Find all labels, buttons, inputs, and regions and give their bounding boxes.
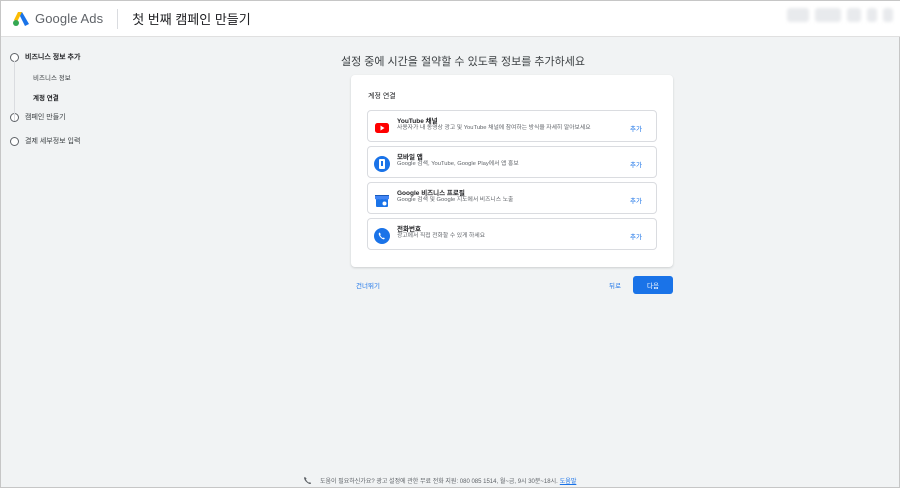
item-description: 광고에서 직접 전화할 수 있게 하세요 <box>397 233 486 239</box>
add-mobile-app-button[interactable]: 추가 <box>630 159 642 169</box>
redacted-block <box>787 8 809 22</box>
link-item-business-profile: Google 비즈니스 프로필 Google 검색 및 Google 지도에서 … <box>367 182 657 214</box>
next-button[interactable]: 다음 <box>633 276 673 294</box>
page-title: 첫 번째 캠페인 만들기 <box>132 12 251 27</box>
redacted-block <box>847 8 861 22</box>
item-description: 사용자가 내 동영상 광고 및 YouTube 채널에 참여하는 방식을 자세히… <box>397 125 591 131</box>
item-description: Google 검색, YouTube, Google Play에서 앱 홍보 <box>397 161 519 167</box>
step-label: 캠페인 만들기 <box>25 114 66 121</box>
step-billing[interactable]: 결제 세부정보 입력 <box>1 131 201 151</box>
account-link-card: 계정 연결 YouTube 채널 사용자가 내 동영상 광고 및 YouTube… <box>351 75 673 267</box>
link-item-phone: 전화번호 광고에서 직접 전화할 수 있게 하세요 추가 <box>367 218 657 250</box>
step-create-campaign[interactable]: 캠페인 만들기 <box>1 107 201 127</box>
step-connector <box>14 61 15 121</box>
back-button[interactable]: 뒤로 <box>609 280 621 290</box>
link-item-youtube: YouTube 채널 사용자가 내 동영상 광고 및 YouTube 채널에 참… <box>367 110 657 142</box>
help-text: 도움이 필요하신가요? 광고 설정에 관한 무료 전화 지원: 080 085 … <box>320 479 558 485</box>
account-info-redacted[interactable] <box>787 8 893 22</box>
step-sidebar: 비즈니스 정보 추가 비즈니스 정보 계정 연결 캠페인 만들기 결제 세부정보… <box>1 37 201 151</box>
phone-icon <box>374 228 390 244</box>
link-item-mobile-app: 모바일 앱 Google 검색, YouTube, Google Play에서 … <box>367 146 657 178</box>
redacted-block <box>815 8 841 22</box>
add-youtube-button[interactable]: 추가 <box>630 123 642 133</box>
substep-business-info[interactable]: 비즈니스 정보 <box>1 67 201 87</box>
main-heading: 설정 중에 시간을 절약할 수 있도록 정보를 추가하세요 <box>340 56 586 68</box>
app-window: Google Ads 첫 번째 캠페인 만들기 비즈니스 정보 추가 비즈니스 … <box>0 0 900 488</box>
step-label: 비즈니스 정보 추가 <box>25 54 81 61</box>
product-name: Google Ads <box>35 11 104 26</box>
google-ads-logo-icon <box>13 11 29 26</box>
mobile-app-icon <box>374 156 390 172</box>
redacted-block <box>867 8 877 22</box>
substep-account-link[interactable]: 계정 연결 <box>1 87 201 107</box>
help-footer: 도움이 필요하신가요? 광고 설정에 관한 무료 전화 지원: 080 085 … <box>303 476 576 485</box>
phone-icon <box>304 476 312 485</box>
redacted-block <box>883 8 893 22</box>
header-divider <box>117 8 119 29</box>
youtube-icon <box>375 123 389 133</box>
item-description: Google 검색 및 Google 지도에서 비즈니스 노출 <box>397 197 514 203</box>
google-ads-logo[interactable]: Google Ads <box>13 11 103 26</box>
add-business-profile-button[interactable]: 추가 <box>630 195 642 205</box>
card-title: 계정 연결 <box>368 93 396 100</box>
skip-link[interactable]: 건너뛰기 <box>356 280 380 290</box>
top-bar: Google Ads 첫 번째 캠페인 만들기 <box>1 1 900 37</box>
add-phone-button[interactable]: 추가 <box>630 231 642 241</box>
help-link[interactable]: 도움말 <box>560 476 577 485</box>
step-indicator-icon <box>10 136 19 146</box>
step-business-info[interactable]: 비즈니스 정보 추가 <box>1 47 201 67</box>
business-profile-icon <box>375 195 389 207</box>
step-label: 결제 세부정보 입력 <box>25 138 81 145</box>
